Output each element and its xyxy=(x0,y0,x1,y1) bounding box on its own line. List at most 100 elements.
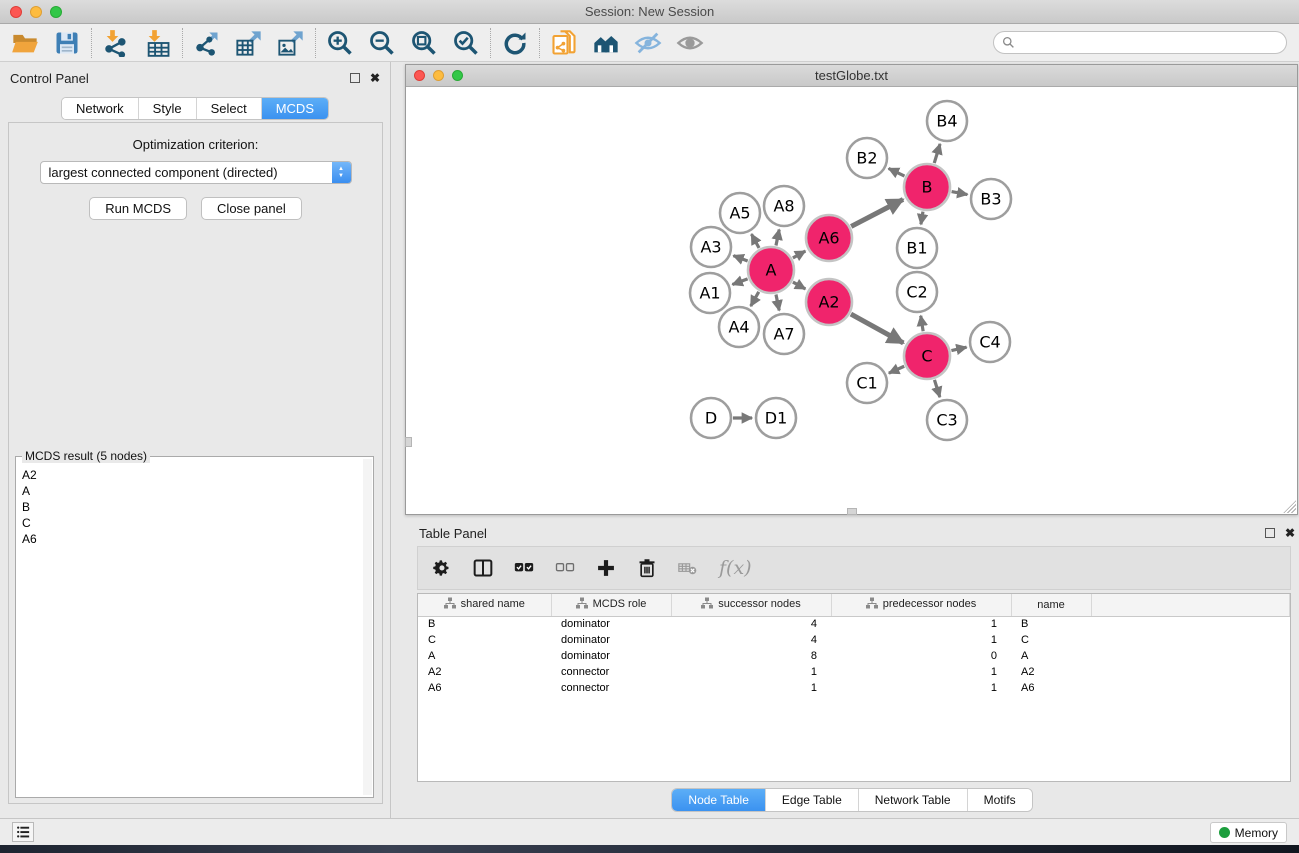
table-row[interactable]: A6connector11A6 xyxy=(418,680,1290,696)
float-panel-icon[interactable] xyxy=(350,73,360,83)
table-cell[interactable]: A6 xyxy=(418,680,551,696)
graph-edge-C-C4[interactable] xyxy=(951,347,966,350)
tab-node-table[interactable]: Node Table xyxy=(672,789,766,811)
split-panel-button[interactable] xyxy=(473,558,493,578)
graph-node-B1[interactable]: B1 xyxy=(897,228,937,268)
tab-network-table[interactable]: Network Table xyxy=(859,789,968,811)
mcds-result-item[interactable]: C xyxy=(22,515,363,531)
table-cell[interactable]: dominator xyxy=(551,616,671,632)
table-cell[interactable]: C xyxy=(418,632,551,648)
graph-node-D[interactable]: D xyxy=(691,398,731,438)
table-cell[interactable]: 1 xyxy=(831,664,1011,680)
graph-node-B4[interactable]: B4 xyxy=(927,101,967,141)
table-cell[interactable]: A xyxy=(1011,648,1091,664)
import-network-button[interactable] xyxy=(95,26,137,60)
refresh-button[interactable] xyxy=(494,26,536,60)
graph-node-A3[interactable]: A3 xyxy=(691,227,731,267)
column-header-shared-name[interactable]: shared name xyxy=(418,594,551,616)
graph-edge-A-A4[interactable] xyxy=(751,292,759,306)
graph-edge-B-B2[interactable] xyxy=(889,168,905,176)
graph-node-A7[interactable]: A7 xyxy=(764,314,804,354)
graph-node-C[interactable]: C xyxy=(904,333,950,379)
graph-edge-B-B3[interactable] xyxy=(952,192,968,195)
network-canvas[interactable]: B4B2BB3A5A8A6A3B1AA1C2A2A4A7C4CC1C3DD1 xyxy=(406,87,1297,513)
table-row[interactable]: Adominator80A xyxy=(418,648,1290,664)
graph-edge-B-B4[interactable] xyxy=(934,144,940,163)
graph-node-B3[interactable]: B3 xyxy=(971,179,1011,219)
delete-column-button[interactable] xyxy=(637,558,657,578)
graph-node-A4[interactable]: A4 xyxy=(719,307,759,347)
table-row[interactable]: A2connector11A2 xyxy=(418,664,1290,680)
search-field[interactable] xyxy=(993,31,1287,54)
hide-details-button[interactable] xyxy=(627,26,669,60)
select-all-columns-button[interactable] xyxy=(514,558,534,578)
table-cell[interactable]: dominator xyxy=(551,648,671,664)
horizontal-scrollbar-stub[interactable] xyxy=(847,508,857,515)
settings-gear-button[interactable] xyxy=(432,558,452,578)
tab-mcds[interactable]: MCDS xyxy=(262,98,328,119)
table-row[interactable]: Bdominator41B xyxy=(418,616,1290,632)
graph-node-A[interactable]: A xyxy=(748,247,794,293)
zoom-in-button[interactable] xyxy=(319,26,361,60)
houses-button[interactable] xyxy=(585,26,627,60)
search-input[interactable] xyxy=(1019,36,1286,50)
table-close-panel-icon[interactable]: ✖ xyxy=(1285,526,1295,540)
table-cell[interactable]: A6 xyxy=(1011,680,1091,696)
network-window-titlebar[interactable]: testGlobe.txt xyxy=(406,65,1297,87)
mcds-result-item[interactable]: B xyxy=(22,499,363,515)
table-cell[interactable]: 1 xyxy=(831,680,1011,696)
show-details-button[interactable] xyxy=(669,26,711,60)
table-row[interactable]: Cdominator41C xyxy=(418,632,1290,648)
graph-node-C3[interactable]: C3 xyxy=(927,400,967,440)
graph-edge-A-A2[interactable] xyxy=(793,282,805,289)
table-cell[interactable]: B xyxy=(418,616,551,632)
table-cell[interactable]: A2 xyxy=(1011,664,1091,680)
column-header-name[interactable]: name xyxy=(1011,594,1091,616)
tab-select[interactable]: Select xyxy=(197,98,262,119)
zoom-selected-button[interactable] xyxy=(445,26,487,60)
save-session-button[interactable] xyxy=(46,26,88,60)
graph-node-C2[interactable]: C2 xyxy=(897,272,937,312)
graph-edge-A6-B[interactable] xyxy=(851,199,903,226)
memory-button[interactable]: Memory xyxy=(1210,822,1287,843)
table-cell[interactable]: 1 xyxy=(671,664,831,680)
graph-edge-B-B1[interactable] xyxy=(921,212,923,225)
table-cell[interactable]: connector xyxy=(551,664,671,680)
graph-edge-A-A5[interactable] xyxy=(751,234,759,248)
zoom-fit-button[interactable] xyxy=(403,26,445,60)
close-panel-icon[interactable]: ✖ xyxy=(370,71,380,85)
graph-node-D1[interactable]: D1 xyxy=(756,398,796,438)
graph-edge-A-A3[interactable] xyxy=(733,256,747,261)
table-cell[interactable]: 4 xyxy=(671,632,831,648)
graph-edge-A-A1[interactable] xyxy=(732,279,747,285)
export-network-button[interactable] xyxy=(186,26,228,60)
table-float-panel-icon[interactable] xyxy=(1265,528,1275,538)
table-cell[interactable]: 0 xyxy=(831,648,1011,664)
table-cell[interactable]: 1 xyxy=(831,632,1011,648)
zoom-out-button[interactable] xyxy=(361,26,403,60)
table-cell[interactable]: 4 xyxy=(671,616,831,632)
unselect-all-columns-button[interactable] xyxy=(555,558,575,578)
graph-node-A2[interactable]: A2 xyxy=(806,279,852,325)
task-history-button[interactable] xyxy=(12,822,34,842)
table-cell[interactable]: A2 xyxy=(418,664,551,680)
graph-node-A6[interactable]: A6 xyxy=(806,215,852,261)
table-cell[interactable]: C xyxy=(1011,632,1091,648)
table-cell[interactable]: connector xyxy=(551,680,671,696)
graph-node-B[interactable]: B xyxy=(904,164,950,210)
table-cell[interactable]: dominator xyxy=(551,632,671,648)
open-file-button[interactable] xyxy=(4,26,46,60)
tab-style[interactable]: Style xyxy=(139,98,197,119)
graph-edge-A2-C[interactable] xyxy=(851,314,903,343)
export-image-button[interactable] xyxy=(270,26,312,60)
tab-edge-table[interactable]: Edge Table xyxy=(766,789,859,811)
graph-node-C1[interactable]: C1 xyxy=(847,363,887,403)
table-cell[interactable]: B xyxy=(1011,616,1091,632)
graph-node-B2[interactable]: B2 xyxy=(847,138,887,178)
run-mcds-button[interactable]: Run MCDS xyxy=(89,197,187,220)
resize-grip-icon[interactable] xyxy=(1283,500,1296,513)
table-cell[interactable]: A xyxy=(418,648,551,664)
import-table-button[interactable] xyxy=(137,26,179,60)
graph-node-A1[interactable]: A1 xyxy=(690,273,730,313)
graph-edge-A-A8[interactable] xyxy=(776,230,779,246)
